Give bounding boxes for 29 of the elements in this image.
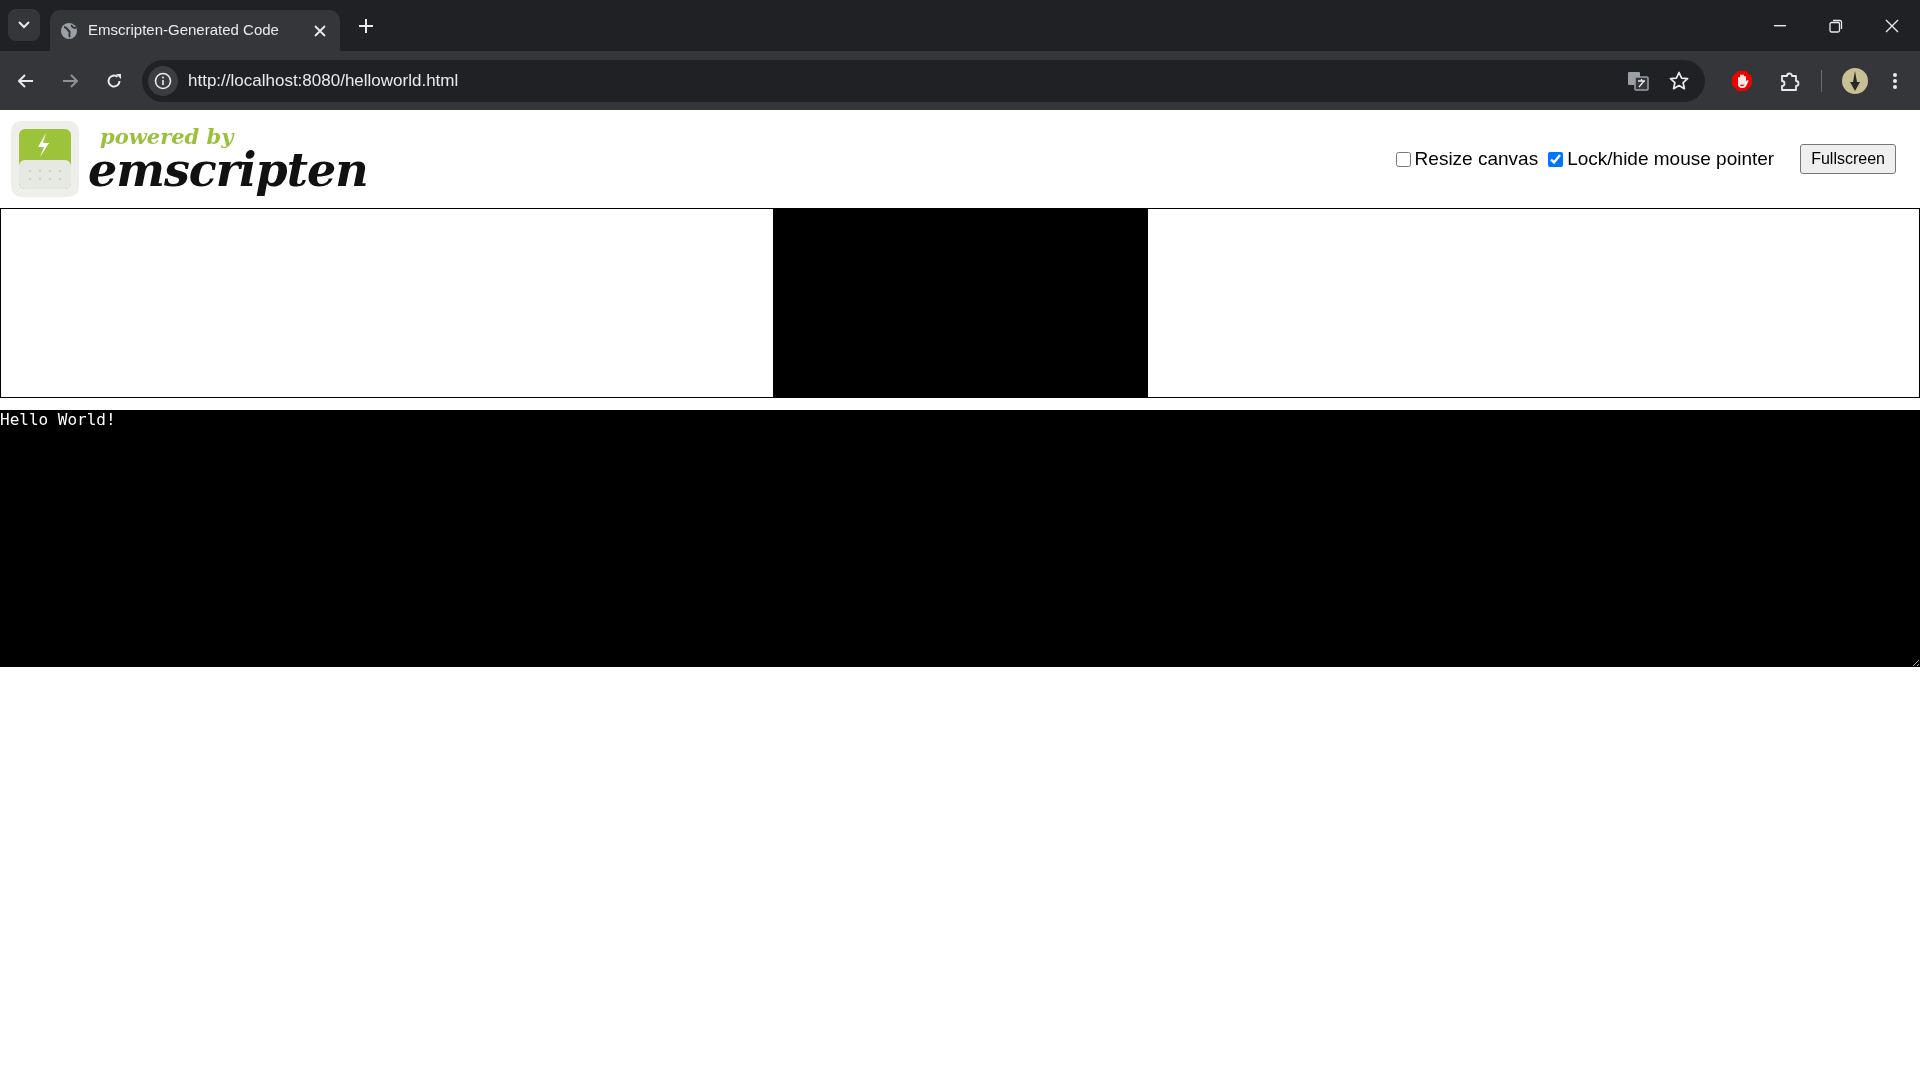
checkbox-label[interactable]: Lock/hide mouse pointer [1567, 144, 1775, 174]
plus-icon [359, 19, 373, 33]
checkbox[interactable] [1395, 151, 1411, 167]
output-console[interactable]: Hello World! [0, 410, 1920, 667]
star-icon[interactable] [1669, 70, 1689, 91]
tab-search-button[interactable] [8, 9, 40, 41]
checkbox[interactable] [1548, 151, 1564, 167]
fullscreen-button[interactable]: Fullscreen [1800, 144, 1896, 174]
tab-title: Emscripten-Generated Code [88, 20, 280, 41]
checkbox-label[interactable]: Resize canvas [1414, 144, 1539, 174]
menu-icon[interactable] [1892, 71, 1898, 90]
forward-arrow-icon [62, 73, 78, 88]
lightning-logo-icon [10, 120, 80, 198]
close-icon [1885, 18, 1899, 33]
chevron-down-icon [18, 21, 30, 29]
browser-tab[interactable]: Emscripten-Generated Code [50, 10, 340, 51]
reload-icon [106, 72, 122, 89]
minimize-icon [1774, 24, 1786, 27]
url-text: http://localhost:8080/helloworld.html [188, 69, 460, 92]
globe-icon [60, 21, 78, 40]
address-bar[interactable]: http://localhost:8080/helloworld.html [142, 59, 1705, 102]
back-arrow-icon [18, 73, 34, 88]
close-icon [314, 24, 326, 37]
info-icon [154, 71, 172, 90]
logo-tagline: powered by [100, 125, 236, 147]
translate-icon[interactable] [1627, 69, 1649, 92]
avatar-icon[interactable] [1842, 67, 1868, 94]
restore-icon [1829, 18, 1843, 33]
stop-hand-icon[interactable] [1731, 69, 1753, 92]
